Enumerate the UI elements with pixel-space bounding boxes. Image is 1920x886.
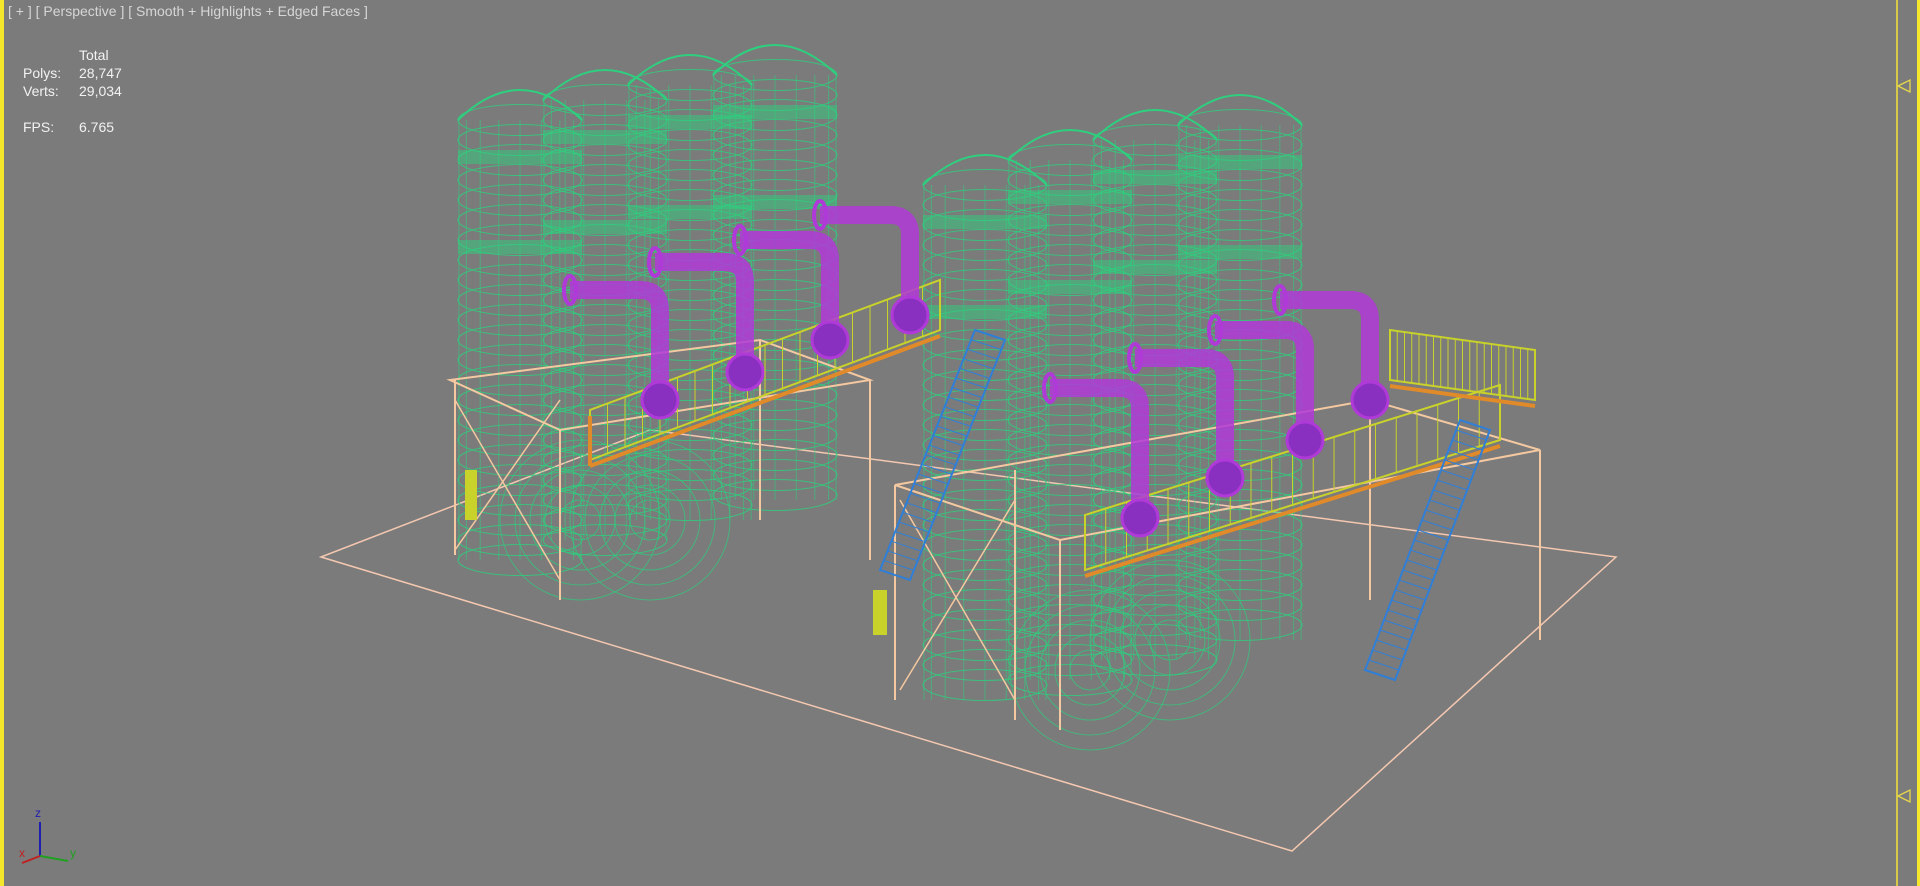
right-stairs-step <box>1414 539 1445 551</box>
middle-stairs-step <box>902 511 933 523</box>
right-stairs-step <box>1364 669 1396 681</box>
middle-stairs-step <box>883 559 914 571</box>
right-stairs-step <box>1425 509 1456 521</box>
fps-label: FPS: <box>23 119 55 135</box>
left-pipe-2-valve <box>810 320 850 360</box>
left-pipe-3-valve <box>890 295 930 335</box>
right-tank-3-band <box>1178 155 1302 169</box>
middle-stairs-step <box>955 377 987 389</box>
middle-stairs-step <box>967 348 998 360</box>
drum-3 <box>1104 574 1236 706</box>
left-tank-3-band <box>713 105 837 119</box>
small-pump <box>465 470 477 520</box>
middle-stairs-step <box>906 502 937 514</box>
small-pump <box>873 590 887 635</box>
right-pipe-3-valve <box>1350 380 1390 420</box>
verts-label: Verts: <box>23 83 59 99</box>
right-stairs-step <box>1456 429 1487 441</box>
left-tank-0-band <box>458 150 582 164</box>
drum-2 <box>1069 649 1111 691</box>
viewport-shading-button[interactable]: [ Smooth + Highlights + Edged Faces ] <box>128 3 368 19</box>
left-pipe-0-valve <box>640 380 680 420</box>
right-stairs-step <box>1410 549 1441 561</box>
right-stairs-step <box>1372 649 1403 661</box>
right-stairs-step <box>1402 569 1434 581</box>
right-stairs-step <box>1440 469 1472 481</box>
drum-3 <box>1149 619 1191 661</box>
right-stairs-step <box>1399 579 1430 591</box>
right-stairs-step <box>1376 639 1407 651</box>
stats-header: Total <box>79 47 109 63</box>
viewport-view-button[interactable]: [ Perspective ] <box>36 3 125 19</box>
right-stairs <box>1363 418 1492 682</box>
middle-stairs-step <box>944 406 975 418</box>
middle-stairs <box>878 328 1007 582</box>
right-pipe-0-valve <box>1120 498 1160 538</box>
statistics-overlay: Total Polys: 28,747 Verts: 29,034 FPS: 6.76… <box>23 46 122 136</box>
right-stairs-step <box>1406 559 1437 571</box>
verts-value: 29,034 <box>79 83 122 99</box>
left-pipe-1-valve <box>725 352 765 392</box>
polys-label: Polys: <box>23 65 62 81</box>
right-tank-2-band <box>1093 260 1217 274</box>
middle-stairs-step <box>971 339 1002 351</box>
right-stairs-step <box>1383 619 1415 631</box>
right-stairs-step <box>1437 479 1468 491</box>
fps-value: 6.765 <box>79 119 115 135</box>
right-stairs-step <box>1429 499 1460 511</box>
polys-value: 28,747 <box>79 65 122 81</box>
right-tank-1-band <box>1008 190 1132 204</box>
viewport-scene[interactable] <box>0 0 1920 886</box>
right-pipe-2-valve <box>1285 420 1325 460</box>
right-stairs-step <box>1421 519 1453 531</box>
gizmo-y-label: y <box>70 846 76 860</box>
right-tank-3-band <box>1178 245 1302 259</box>
left-tank-1-band <box>543 220 667 234</box>
ground-plane <box>318 429 1618 852</box>
viewport-menu-button[interactable]: [ + ] <box>8 3 32 19</box>
right-stairs-step <box>1433 489 1464 501</box>
gizmo-z-label: z <box>35 806 41 820</box>
right-stairs-step <box>1387 609 1418 621</box>
right-pipe-1-valve <box>1205 458 1245 498</box>
right-stairs-step <box>1368 659 1399 671</box>
viewport-label: [ + ] [ Perspective ] [ Smooth + Highlig… <box>8 3 368 19</box>
right-stairs-step <box>1380 629 1411 641</box>
gizmo-x-label: x <box>19 846 25 860</box>
axis-gizmo-icon: z y x <box>19 806 76 864</box>
middle-stairs-step <box>887 550 918 562</box>
right-stairs-step <box>1391 599 1422 611</box>
right-stairs-step <box>1452 439 1483 451</box>
right-tank-0-band <box>923 215 1047 229</box>
right-stairs-step <box>1444 459 1475 471</box>
right-stairs-step <box>1395 589 1426 601</box>
